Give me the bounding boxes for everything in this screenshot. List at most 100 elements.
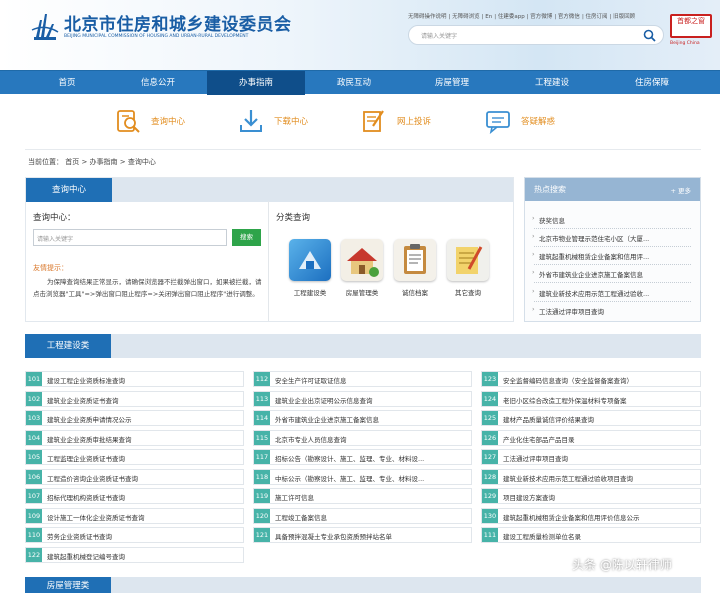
item-label: 北京市专业人员信息查询 [275, 435, 347, 444]
nav-home[interactable]: 首页 [25, 71, 109, 95]
query-list-item[interactable]: 126 产业化住宅部品产品目录 [481, 429, 701, 446]
main-nav: 首页 信息公开 办事指南 政民互动 房屋管理 工程建设 住房保障 [0, 70, 720, 95]
query-list-item[interactable]: 104 建筑业企业资质审批结果查询 [25, 429, 244, 446]
hot-item[interactable]: 工法通过评审项目查询 [532, 305, 604, 316]
query-list-item[interactable]: 117 招标公告（勘察设计、施工、监理、专业、材料设... [253, 449, 472, 465]
query-input[interactable]: 请输入关键字 [33, 229, 227, 246]
query-list-item[interactable]: 129 项目建设方案查询 [481, 488, 701, 504]
hot-item[interactable]: 北京市物业管理示范住宅小区（大厦... [532, 232, 649, 243]
housing-section-header: 房屋管理类 [25, 577, 701, 593]
top-link[interactable]: 官方微信 [558, 14, 580, 20]
top-link[interactable]: 无障碍浏览 [452, 14, 480, 20]
item-number: 114 [254, 411, 270, 425]
query-list-item[interactable]: 114 外省市建筑业企业进京施工备案信息 [253, 410, 472, 426]
search-icon[interactable] [643, 29, 656, 42]
item-label: 安全监督编码信息查询（安全监督备案查询） [503, 377, 633, 385]
item-label: 建筑业企业资质审批结果查询 [47, 435, 132, 444]
item-number: 102 [26, 391, 42, 406]
category-housing[interactable]: 房屋管理类 [341, 239, 383, 297]
query-list-item[interactable]: 101 建设工程企业资质标准查询 [25, 371, 244, 387]
item-label: 外省市建筑业企业进京施工备案信息 [275, 416, 379, 424]
hot-item[interactable]: 建筑业新技术应用示范工程通过验收... [532, 287, 649, 298]
chat-icon [486, 111, 510, 134]
query-list-item[interactable]: 112 安全生产许可证取证信息 [253, 371, 472, 387]
top-link[interactable]: 住房订阅 [586, 14, 608, 20]
item-label: 施工许可信息 [275, 494, 314, 502]
item-number: 117 [254, 450, 270, 464]
item-label: 招标代理机构资质证书查询 [47, 494, 125, 502]
query-list-item[interactable]: 105 工程监理企业资质证书查询 [25, 449, 244, 465]
tab-housing[interactable]: 房屋管理类 [25, 577, 111, 593]
site-search-input[interactable]: 请输入关键字 [408, 25, 664, 45]
query-list-item[interactable]: 120 工程竣工备案信息 [253, 507, 472, 524]
site-title[interactable]: 北京市住房和城乡建设委员会 [64, 10, 292, 35]
top-link[interactable]: 住建委app [498, 14, 525, 20]
query-list-item[interactable]: 130 建筑起重机械租赁企业备案和信用评价信息公示 [481, 507, 701, 524]
query-list-item[interactable]: 123 安全监督编码信息查询（安全监督备案查询） [481, 371, 701, 387]
query-list-item[interactable]: 128 建筑业新技术应用示范工程通过验收项目查询 [481, 468, 701, 485]
quick-download[interactable]: 下载中心 [238, 106, 308, 136]
query-list-item[interactable]: 109 设计施工一体化企业资质证书查询 [25, 507, 244, 524]
more-link[interactable]: + 更多 [670, 185, 691, 195]
nav-info[interactable]: 信息公开 [114, 71, 202, 95]
tip-title: 友情提示： [33, 264, 68, 272]
query-list-item[interactable]: 113 建筑业企业出京证明公示信息查询 [253, 390, 472, 407]
item-number: 113 [254, 391, 270, 406]
query-list-item[interactable]: 122 建筑起重机械登记编号查询 [25, 546, 244, 563]
query-list-item[interactable]: 115 北京市专业人员信息查询 [253, 429, 472, 446]
query-list-item[interactable]: 110 劳务企业资质证书查询 [25, 527, 244, 543]
search-placeholder: 请输入关键字 [421, 33, 458, 40]
logo-icon[interactable] [30, 10, 60, 42]
hot-item[interactable]: 获奖信息 [532, 214, 565, 225]
hot-search-panel: 热点搜索 + 更多 获奖信息 北京市物业管理示范住宅小区（大厦... 建筑起重机… [524, 177, 701, 322]
query-list-item[interactable]: 124 老旧小区综合改造工程外保温材料专项备案 [481, 390, 701, 407]
category-engineering[interactable]: 工程建设类 [289, 239, 331, 297]
item-number: 110 [26, 528, 42, 542]
nav-security[interactable]: 住房保障 [603, 71, 701, 95]
site-subtitle: BEIJING MUNICIPAL COMMISSION OF HOUSING … [64, 34, 249, 39]
house-icon [341, 239, 383, 281]
capital-window-sub: Beijing China [670, 41, 700, 46]
category-other[interactable]: 其它查询 [447, 239, 489, 297]
nav-guide[interactable]: 办事指南 [207, 71, 305, 95]
tab-engineering[interactable]: 工程建设类 [25, 334, 111, 358]
item-label: 建筑业新技术应用示范工程通过验收项目查询 [503, 474, 633, 483]
query-list-item[interactable]: 107 招标代理机构资质证书查询 [25, 488, 244, 504]
query-list-item[interactable]: 119 施工许可信息 [253, 488, 472, 504]
capital-window-logo[interactable]: 首都之窗 [670, 14, 712, 38]
query-list-item[interactable]: 103 建筑业企业资质申请情况公示 [25, 410, 244, 426]
item-label: 设计施工一体化企业资质证书查询 [47, 513, 145, 522]
query-label: 查询中心： [33, 213, 76, 223]
query-list-item[interactable]: 106 工程造价咨询企业资质证书查询 [25, 468, 244, 485]
query-list-item[interactable]: 102 建筑业企业资质证书查询 [25, 390, 244, 407]
tab-query-center[interactable]: 查询中心 [26, 178, 112, 202]
hot-search-title: 热点搜索 [534, 185, 566, 194]
top-link[interactable]: 旧版回顾 [613, 14, 635, 20]
query-list-item[interactable]: 127 工法通过评审项目查询 [481, 449, 701, 465]
divider [534, 301, 691, 302]
quick-query[interactable]: 查询中心 [115, 106, 185, 136]
search-button[interactable]: 搜索 [232, 229, 261, 246]
notepad-icon [447, 239, 489, 281]
nav-housing[interactable]: 房屋管理 [403, 71, 501, 95]
query-list-item[interactable]: 118 中标公示（勘察设计、施工、监理、专业、材料设... [253, 468, 472, 485]
top-link[interactable]: 官方微博 [530, 14, 552, 20]
category-credit[interactable]: 诚信档案 [394, 239, 436, 297]
quick-complaint[interactable]: 网上投诉 [361, 106, 431, 136]
nav-interaction[interactable]: 政民互动 [305, 71, 403, 95]
item-number: 115 [254, 430, 270, 445]
top-link[interactable]: En [485, 14, 492, 20]
hot-item[interactable]: 外省市建筑业企业进京施工备案信息 [532, 268, 643, 279]
item-label: 工程造价咨询企业资质证书查询 [47, 474, 138, 483]
divider [534, 264, 691, 265]
hot-item[interactable]: 建筑起重机械租赁企业备案和信用评... [532, 250, 649, 261]
clipboard-icon [394, 239, 436, 281]
top-link[interactable]: 无障碍操作说明 [408, 14, 447, 20]
nav-construction[interactable]: 工程建设 [501, 71, 603, 95]
engineering-section-header: 工程建设类 [25, 334, 701, 358]
item-label: 产业化住宅部品产品目录 [503, 435, 575, 444]
query-list-item[interactable]: 121 具备预拌混凝土专业承包资质预拌站名单 [253, 527, 472, 543]
query-list-item[interactable]: 125 建材产品质量诚信评价结果查询 [481, 410, 701, 426]
query-list-item[interactable]: 111 建设工程质量检测单位名录 [481, 527, 701, 543]
quick-faq[interactable]: 答疑解惑 [485, 106, 555, 136]
